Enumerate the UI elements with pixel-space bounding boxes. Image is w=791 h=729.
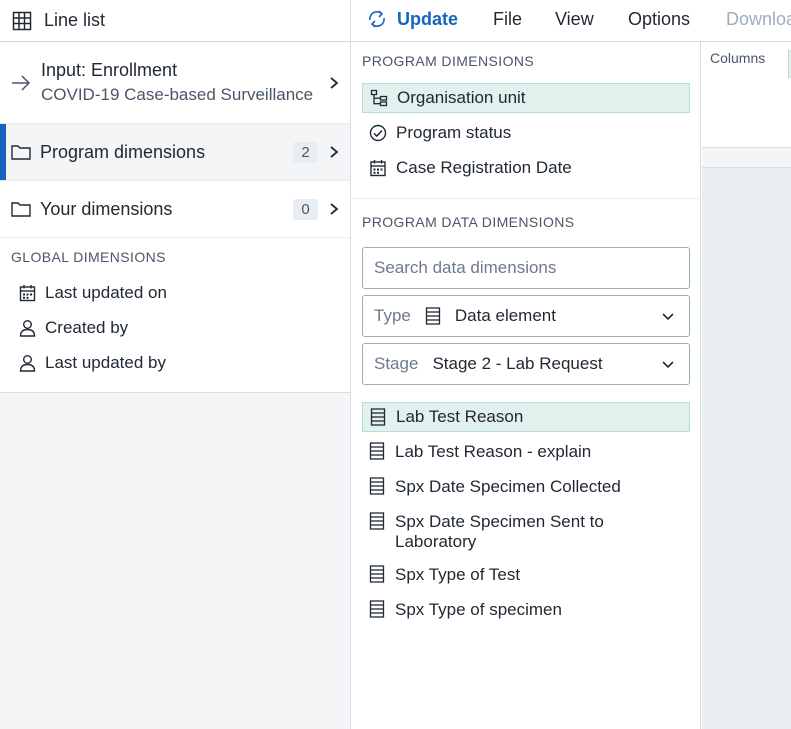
data-element-item[interactable]: Spx Date Specimen Collected: [362, 477, 690, 497]
data-element-icon: [369, 565, 385, 583]
update-button[interactable]: Update: [366, 8, 458, 30]
app-title: Line list: [44, 10, 106, 30]
arrow-right-icon: [12, 75, 31, 91]
global-item-label: Created by: [45, 318, 129, 337]
section-divider: [351, 198, 700, 199]
update-label: Update: [397, 8, 459, 29]
menu-download[interactable]: Downloa: [726, 9, 791, 30]
calendar-icon: [19, 285, 36, 302]
dimension-label: Case Registration Date: [396, 158, 572, 177]
data-element-icon: [369, 600, 385, 618]
type-select-value: Data element: [454, 306, 556, 325]
data-element-label: Lab Test Reason: [396, 407, 524, 426]
user-icon: [19, 355, 36, 372]
calendar-icon: [370, 160, 386, 177]
sidebar-item-label: Your dimensions: [40, 198, 173, 219]
update-icon: [369, 10, 385, 28]
data-element-icon: [369, 512, 385, 530]
menu-view[interactable]: View: [555, 9, 594, 30]
app-header: Line list: [0, 0, 350, 42]
data-element-label: Spx Date Specimen Collected: [395, 477, 621, 496]
input-selector[interactable]: Input: Enrollment COVID-19 Case-based Su…: [0, 43, 350, 124]
search-data-dimensions-input[interactable]: [362, 247, 690, 289]
data-element-label: Spx Date Specimen Sent to Laboratory: [395, 512, 604, 551]
global-dimensions-section: GLOBAL DIMENSIONS Last updated on Create…: [0, 238, 350, 393]
dimension-label: Program status: [396, 123, 512, 142]
data-element-label: Spx Type of specimen: [395, 600, 562, 619]
program-dimensions-heading: PROGRAM DIMENSIONS: [362, 53, 535, 69]
menu-bar: Update File View Options Downloa: [351, 0, 791, 42]
data-element-icon: [369, 442, 385, 460]
stage-select-label: Stage: [374, 354, 419, 373]
dimension-program-status[interactable]: Program status: [362, 118, 690, 148]
folder-icon: [11, 202, 31, 217]
type-select[interactable]: Type Data element: [362, 295, 690, 337]
dimension-label: Organisation unit: [397, 88, 526, 107]
data-element-icon: [369, 477, 385, 495]
dimension-organisation-unit[interactable]: Organisation unit: [362, 83, 690, 113]
folder-icon: [11, 145, 31, 160]
sidebar-item-your-dimensions[interactable]: Your dimensions 0: [0, 181, 350, 238]
stage-select[interactable]: Stage Stage 2 - Lab Request: [362, 343, 690, 385]
columns-label: Columns: [710, 50, 766, 66]
menu-options[interactable]: Options: [628, 9, 690, 30]
program-name: COVID-19 Case-based Surveillance: [41, 85, 314, 104]
data-element-item[interactable]: Spx Date Specimen Sent to Laboratory: [362, 512, 690, 552]
count-badge: 0: [293, 198, 318, 220]
main-sidebar: Line list Input: Enrollment COVID-19 Cas…: [0, 0, 351, 729]
table-grid-icon: [12, 11, 32, 30]
menu-file[interactable]: File: [493, 9, 522, 30]
org-unit-icon: [370, 89, 388, 107]
input-type-label: Input: Enrollment: [41, 60, 178, 80]
count-badge: 2: [293, 141, 318, 163]
chevron-down-icon: [662, 312, 674, 320]
check-circle-icon: [369, 124, 387, 142]
data-element-icon: [425, 307, 441, 325]
user-icon: [19, 320, 36, 337]
data-element-icon: [370, 408, 386, 426]
data-element-item[interactable]: Lab Test Reason: [362, 402, 690, 432]
chevron-right-icon: [330, 203, 339, 215]
data-element-item[interactable]: Spx Type of specimen: [362, 600, 690, 620]
global-item-label: Last updated by: [45, 353, 166, 372]
dimension-case-registration-date[interactable]: Case Registration Date: [362, 153, 690, 183]
sidebar-item-label: Program dimensions: [40, 141, 206, 162]
global-item-last-updated-by[interactable]: Last updated by: [19, 353, 166, 373]
data-element-label: Lab Test Reason - explain: [395, 442, 592, 461]
program-data-dimensions-heading: PROGRAM DATA DIMENSIONS: [362, 214, 575, 230]
stage-select-value: Stage 2 - Lab Request: [432, 354, 603, 373]
chevron-down-icon: [662, 360, 674, 368]
type-select-label: Type: [374, 306, 411, 325]
data-element-item[interactable]: Lab Test Reason - explain: [362, 442, 690, 462]
global-item-last-updated-on[interactable]: Last updated on: [19, 283, 167, 303]
sidebar-item-program-dimensions[interactable]: Program dimensions 2: [0, 124, 350, 181]
data-element-item[interactable]: Spx Type of Test: [362, 565, 690, 585]
chevron-right-icon: [330, 146, 339, 158]
layout-strip: [702, 148, 791, 168]
global-item-created-by[interactable]: Created by: [19, 318, 128, 338]
section-heading: GLOBAL DIMENSIONS: [11, 249, 166, 265]
global-item-label: Last updated on: [45, 283, 167, 302]
visualization-canvas: Columns: [702, 42, 791, 729]
dimensions-panel: PROGRAM DIMENSIONS Organisation unit Pro…: [351, 42, 701, 729]
data-element-label: Spx Type of Test: [395, 565, 521, 584]
columns-layout-area[interactable]: Columns: [702, 42, 791, 148]
chevron-right-icon: [330, 77, 339, 89]
